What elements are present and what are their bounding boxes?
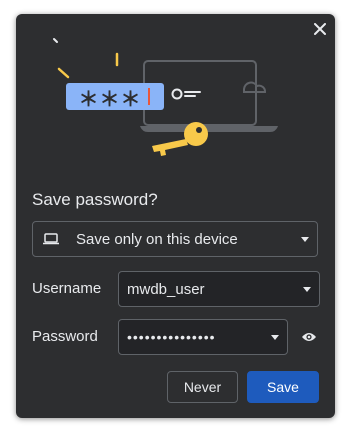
username-label: Username [32,280,102,297]
laptop-icon [43,232,61,246]
storage-location-label: Save only on this device [76,230,238,248]
eye-icon [302,333,316,341]
dialog-title: Save password? [32,190,158,209]
password-value: ••••••••••••••• [127,329,216,345]
chevron-down-icon[interactable] [303,286,311,292]
save-password-dialog: ＊＊＊ Save password? Save only on this dev… [16,14,335,418]
masked-password-text: ＊＊＊ [78,88,142,111]
storage-location-select[interactable]: Save only on this device [32,221,318,257]
password-illustration [53,38,278,156]
chevron-down-icon[interactable] [271,334,279,340]
password-label: Password [32,328,98,345]
never-button[interactable]: Never [167,371,238,403]
save-button[interactable]: Save [247,371,319,403]
username-field[interactable]: mwdb_user [118,271,320,307]
show-password-button[interactable] [300,329,318,345]
username-value: mwdb_user [127,280,205,298]
password-field[interactable]: ••••••••••••••• [118,319,288,355]
chevron-down-icon [301,236,309,242]
